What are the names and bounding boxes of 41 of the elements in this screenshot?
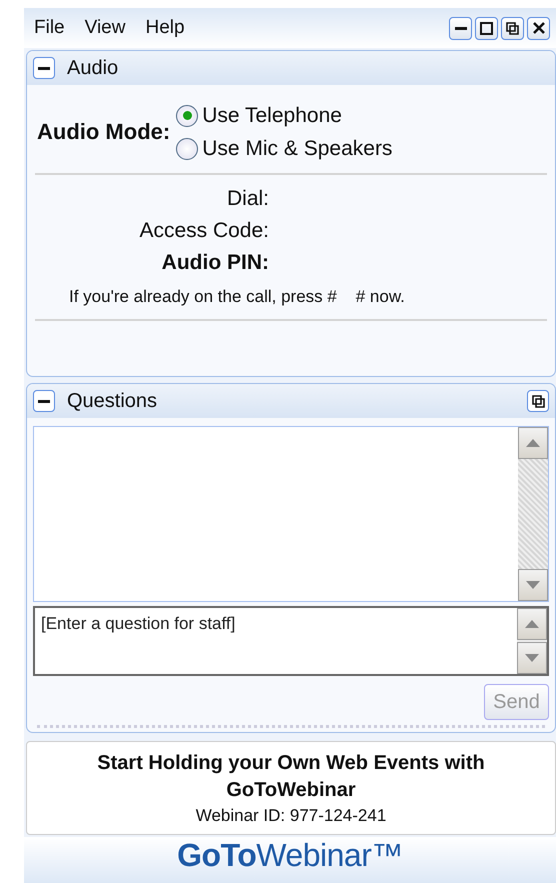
logo: GoToWebinar™ (177, 837, 403, 874)
collapse-button[interactable] (33, 390, 55, 412)
scroll-down-button[interactable] (518, 569, 548, 601)
minimize-button[interactable] (449, 16, 472, 40)
scroll-up-button[interactable] (518, 427, 548, 459)
scroll-down-icon (525, 654, 539, 662)
scroll-up-icon (525, 620, 539, 628)
radio-button[interactable] (176, 138, 198, 160)
collapse-icon (38, 66, 50, 70)
radio-label: Use Telephone (202, 104, 342, 128)
instruction-text: If you're already on the call, press # # now. (68, 286, 406, 308)
radio-button[interactable] (176, 104, 198, 126)
scrollbar[interactable] (517, 608, 547, 674)
restore-icon (532, 394, 544, 408)
audio-mode-label: Audio Mode: (37, 119, 170, 145)
field-label: Access Code: (139, 219, 269, 244)
field-label: Audio PIN: (162, 251, 269, 276)
restore-button[interactable] (501, 16, 524, 40)
menu-item[interactable]: View (84, 17, 126, 39)
promo-headline: Start Holding your Own Web Events with GoToWebinar (96, 751, 486, 803)
scroll-down-icon (526, 581, 540, 589)
collapse-icon (38, 400, 50, 402)
collapse-button[interactable] (33, 57, 55, 79)
field-label: Dial: (226, 187, 269, 212)
minimize-icon (454, 26, 466, 30)
scroll-up-icon (526, 439, 540, 447)
webinar-id: Webinar ID: 977-124-241 (196, 806, 386, 826)
menu-item[interactable]: Help (145, 17, 185, 39)
close-icon (532, 22, 544, 34)
scrollbar[interactable] (518, 427, 548, 601)
popout-button[interactable] (527, 390, 549, 412)
maximize-button[interactable] (475, 16, 498, 40)
panel-title: Questions (67, 390, 158, 412)
scroll-down-button[interactable] (517, 642, 547, 674)
scroll-up-button[interactable] (517, 608, 547, 640)
panel-title: Audio (67, 56, 118, 80)
radio-label: Use Mic & Speakers (202, 136, 392, 160)
restore-icon (506, 22, 519, 34)
close-button[interactable] (527, 16, 550, 40)
maximize-icon (480, 22, 493, 34)
menu-item[interactable]: File (34, 17, 65, 39)
